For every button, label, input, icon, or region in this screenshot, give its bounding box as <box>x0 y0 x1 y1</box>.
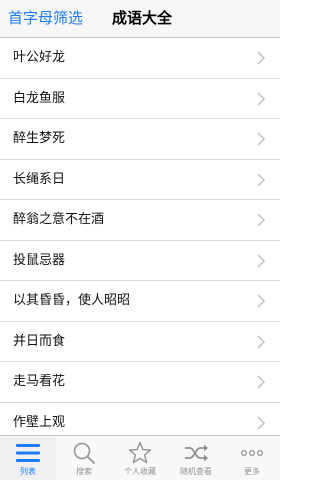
chevron-right-icon <box>257 132 266 146</box>
list-item-label: 作壁上观 <box>13 414 66 430</box>
chevron-right-icon <box>257 375 266 389</box>
list-item-label: 醉翁之意不在酒 <box>13 212 105 227</box>
nav-bar: 首字母筛选 成语大全 <box>0 0 280 38</box>
list-item[interactable]: 醉翁之意不在酒 <box>0 200 280 241</box>
tab-list[interactable]: 列表 <box>0 436 56 480</box>
tab-bar: 列表 搜索 个人收藏 随机查看 更多 <box>0 435 280 480</box>
list-item[interactable]: 作壁上观 <box>0 403 280 436</box>
tab-random-label: 随机查看 <box>180 467 212 476</box>
tab-favorites[interactable]: 个人收藏 <box>112 436 168 480</box>
chevron-right-icon <box>257 213 266 227</box>
more-icon <box>240 449 264 457</box>
chevron-right-icon <box>257 91 266 106</box>
list-item[interactable]: 白龙鱼服 <box>0 79 280 119</box>
list-item-label: 走马看花 <box>13 374 66 389</box>
chevron-right-icon <box>257 294 266 308</box>
chevron-right-icon <box>257 415 266 430</box>
list-item-label: 醉生梦死 <box>13 131 66 146</box>
list-item-label: 投鼠忌器 <box>13 252 66 268</box>
list-icon <box>16 444 40 462</box>
idiom-list: 叶公好龙 白龙鱼服 醉生梦死 长绳系日 醉翁之意不在酒 投鼠忌器 以其昏昏，使人… <box>0 38 280 435</box>
list-item[interactable]: 并日而食 <box>0 322 280 362</box>
first-letter-filter-button[interactable]: 首字母筛选 <box>8 8 83 28</box>
list-item[interactable]: 投鼠忌器 <box>0 241 280 281</box>
chevron-right-icon <box>257 253 266 268</box>
tab-list-label: 列表 <box>20 467 36 476</box>
list-item-label: 以其昏昏，使人昭昭 <box>13 293 131 308</box>
page-title: 成语大全 <box>112 9 173 27</box>
list-item[interactable]: 走马看花 <box>0 362 280 403</box>
tab-more-label: 更多 <box>244 467 260 476</box>
chevron-right-icon <box>257 334 266 349</box>
star-icon <box>128 441 152 464</box>
tab-search[interactable]: 搜索 <box>56 436 112 480</box>
list-item-label: 白龙鱼服 <box>13 90 66 106</box>
tab-more[interactable]: 更多 <box>224 436 280 480</box>
list-item-label: 并日而食 <box>13 333 66 349</box>
chevron-right-icon <box>257 172 266 187</box>
tab-search-label: 搜索 <box>76 467 92 476</box>
list-item[interactable]: 醉生梦死 <box>0 119 280 160</box>
app-screen: 首字母筛选 成语大全 叶公好龙 白龙鱼服 醉生梦死 长绳系日 醉翁之意不在酒 投… <box>0 0 280 480</box>
tab-favorites-label: 个人收藏 <box>124 467 156 476</box>
chevron-right-icon <box>257 51 266 65</box>
search-icon <box>73 442 95 464</box>
list-item-label: 长绳系日 <box>13 171 66 187</box>
shuffle-icon <box>185 444 208 462</box>
list-item[interactable]: 叶公好龙 <box>0 38 280 79</box>
list-item[interactable]: 长绳系日 <box>0 160 280 200</box>
list-item[interactable]: 以其昏昏，使人昭昭 <box>0 281 280 322</box>
tab-random[interactable]: 随机查看 <box>168 436 224 480</box>
list-item-label: 叶公好龙 <box>13 50 66 65</box>
